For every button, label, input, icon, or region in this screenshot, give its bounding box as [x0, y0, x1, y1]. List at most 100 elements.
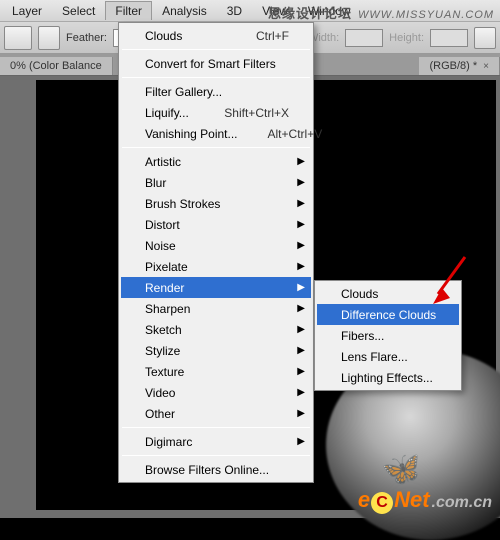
menu-item-label: Pixelate	[145, 260, 188, 274]
document-tab-left[interactable]: 0% (Color Balance	[0, 57, 113, 75]
submenu-arrow-icon: ▶	[297, 436, 305, 447]
submenu-arrow-icon: ▶	[297, 240, 305, 251]
submenu-arrow-icon: ▶	[297, 345, 305, 356]
menu-item-label: Digimarc	[145, 435, 192, 449]
submenu-arrow-icon: ▶	[297, 219, 305, 230]
menu-3d[interactable]: 3D	[217, 1, 252, 21]
menu-vanishing-point[interactable]: Vanishing Point...Alt+Ctrl+V	[121, 123, 311, 144]
menu-filter[interactable]: Filter	[105, 1, 152, 20]
options-button[interactable]	[474, 27, 496, 49]
menu-item-label: Blur	[145, 176, 166, 190]
menu-item-label: Sharpen	[145, 302, 190, 316]
submenu-arrow-icon: ▶	[297, 408, 305, 419]
menu-stylize[interactable]: Stylize ▶	[121, 340, 311, 361]
close-icon[interactable]: ×	[483, 61, 489, 72]
menu-separator	[122, 49, 310, 50]
watermark-top-url: WWW.MISSYUAN.COM	[358, 9, 494, 21]
menu-item-label: Lens Flare...	[341, 350, 408, 364]
menu-item-label: Render	[145, 281, 184, 295]
menu-brush-strokes[interactable]: Brush Strokes ▶	[121, 193, 311, 214]
watermark-bottom: e C Net .com.cn	[358, 487, 492, 514]
menu-blur[interactable]: Blur ▶	[121, 172, 311, 193]
height-label: Height:	[389, 32, 424, 44]
tab-label: 0% (Color Balance	[10, 60, 102, 72]
menu-item-label: Difference Clouds	[341, 308, 436, 322]
menu-item-label: Brush Strokes	[145, 197, 220, 211]
menu-separator	[122, 427, 310, 428]
menu-item-label: Clouds	[341, 287, 378, 301]
submenu-arrow-icon: ▶	[297, 366, 305, 377]
render-submenu: Clouds Difference Clouds Fibers... Lens Fla…	[314, 280, 462, 391]
menu-item-label: Fibers...	[341, 329, 384, 343]
menu-item-label: Distort	[145, 218, 180, 232]
menu-layer[interactable]: Layer	[2, 1, 52, 21]
menu-sketch[interactable]: Sketch ▶	[121, 319, 311, 340]
wm-net: Net	[394, 487, 429, 513]
submenu-lighting-effects[interactable]: Lighting Effects...	[317, 367, 459, 388]
menu-item-label: Lighting Effects...	[341, 371, 433, 385]
menu-item-label: Sketch	[145, 323, 182, 337]
menu-item-label: Artistic	[145, 155, 181, 169]
menu-other[interactable]: Other ▶	[121, 403, 311, 424]
tool-preset-icon[interactable]	[4, 26, 32, 50]
selection-mode-icon[interactable]	[38, 26, 60, 50]
menu-digimarc[interactable]: Digimarc ▶	[121, 431, 311, 452]
menu-video[interactable]: Video ▶	[121, 382, 311, 403]
document-tab-right[interactable]: (RGB/8) * ×	[419, 57, 500, 75]
submenu-difference-clouds[interactable]: Difference Clouds	[317, 304, 459, 325]
menu-pixelate[interactable]: Pixelate ▶	[121, 256, 311, 277]
submenu-arrow-icon: ▶	[297, 177, 305, 188]
menu-texture[interactable]: Texture ▶	[121, 361, 311, 382]
menu-select[interactable]: Select	[52, 1, 105, 21]
menu-liquify[interactable]: Liquify... Shift+Ctrl+X	[121, 102, 311, 123]
menu-item-label: Texture	[145, 365, 184, 379]
submenu-arrow-icon: ▶	[297, 282, 305, 293]
menu-item-label: Other	[145, 407, 175, 421]
filter-menu: Clouds Ctrl+F Convert for Smart Filters Fil…	[118, 22, 314, 483]
menu-browse-filters[interactable]: Browse Filters Online...	[121, 459, 311, 480]
wm-c: C	[371, 492, 393, 514]
submenu-arrow-icon: ▶	[297, 387, 305, 398]
menu-shortcut: Ctrl+F	[226, 29, 289, 43]
menu-distort[interactable]: Distort ▶	[121, 214, 311, 235]
menu-convert-smart[interactable]: Convert for Smart Filters	[121, 53, 311, 74]
wm-e: e	[358, 487, 370, 513]
submenu-arrow-icon: ▶	[297, 303, 305, 314]
menu-item-label: Vanishing Point...	[145, 127, 238, 141]
wm-com: .com.cn	[432, 494, 492, 512]
menu-artistic[interactable]: Artistic ▶	[121, 151, 311, 172]
submenu-lens-flare[interactable]: Lens Flare...	[317, 346, 459, 367]
menu-render[interactable]: Render ▶	[121, 277, 311, 298]
width-input	[345, 29, 383, 47]
menu-item-label: Liquify...	[145, 106, 189, 120]
menu-last-filter[interactable]: Clouds Ctrl+F	[121, 25, 311, 46]
menu-separator	[122, 455, 310, 456]
menu-shortcut: Shift+Ctrl+X	[194, 106, 289, 120]
menu-separator	[122, 77, 310, 78]
menu-item-label: Clouds	[145, 29, 182, 43]
menu-item-label: Browse Filters Online...	[145, 463, 269, 477]
watermark-top-cn: 思缘设计论坛	[268, 3, 352, 22]
menu-sharpen[interactable]: Sharpen ▶	[121, 298, 311, 319]
height-input	[430, 29, 468, 47]
submenu-arrow-icon: ▶	[297, 261, 305, 272]
menu-item-label: Video	[145, 386, 175, 400]
menu-shortcut: Alt+Ctrl+V	[238, 127, 323, 141]
menu-separator	[122, 147, 310, 148]
menu-noise[interactable]: Noise ▶	[121, 235, 311, 256]
menu-item-label: Noise	[145, 239, 176, 253]
menu-item-label: Convert for Smart Filters	[145, 57, 276, 71]
menu-item-label: Filter Gallery...	[145, 85, 222, 99]
submenu-clouds[interactable]: Clouds	[317, 283, 459, 304]
feather-label: Feather:	[66, 32, 107, 44]
menu-filter-gallery[interactable]: Filter Gallery...	[121, 81, 311, 102]
menu-analysis[interactable]: Analysis	[152, 1, 217, 21]
submenu-arrow-icon: ▶	[297, 198, 305, 209]
menu-item-label: Stylize	[145, 344, 180, 358]
tab-label: (RGB/8) *	[429, 60, 477, 72]
butterfly-icon: 🦋	[380, 447, 425, 490]
watermark-top: 思缘设计论坛 WWW.MISSYUAN.COM	[268, 3, 494, 22]
submenu-arrow-icon: ▶	[297, 156, 305, 167]
submenu-arrow-icon: ▶	[297, 324, 305, 335]
submenu-fibers[interactable]: Fibers...	[317, 325, 459, 346]
